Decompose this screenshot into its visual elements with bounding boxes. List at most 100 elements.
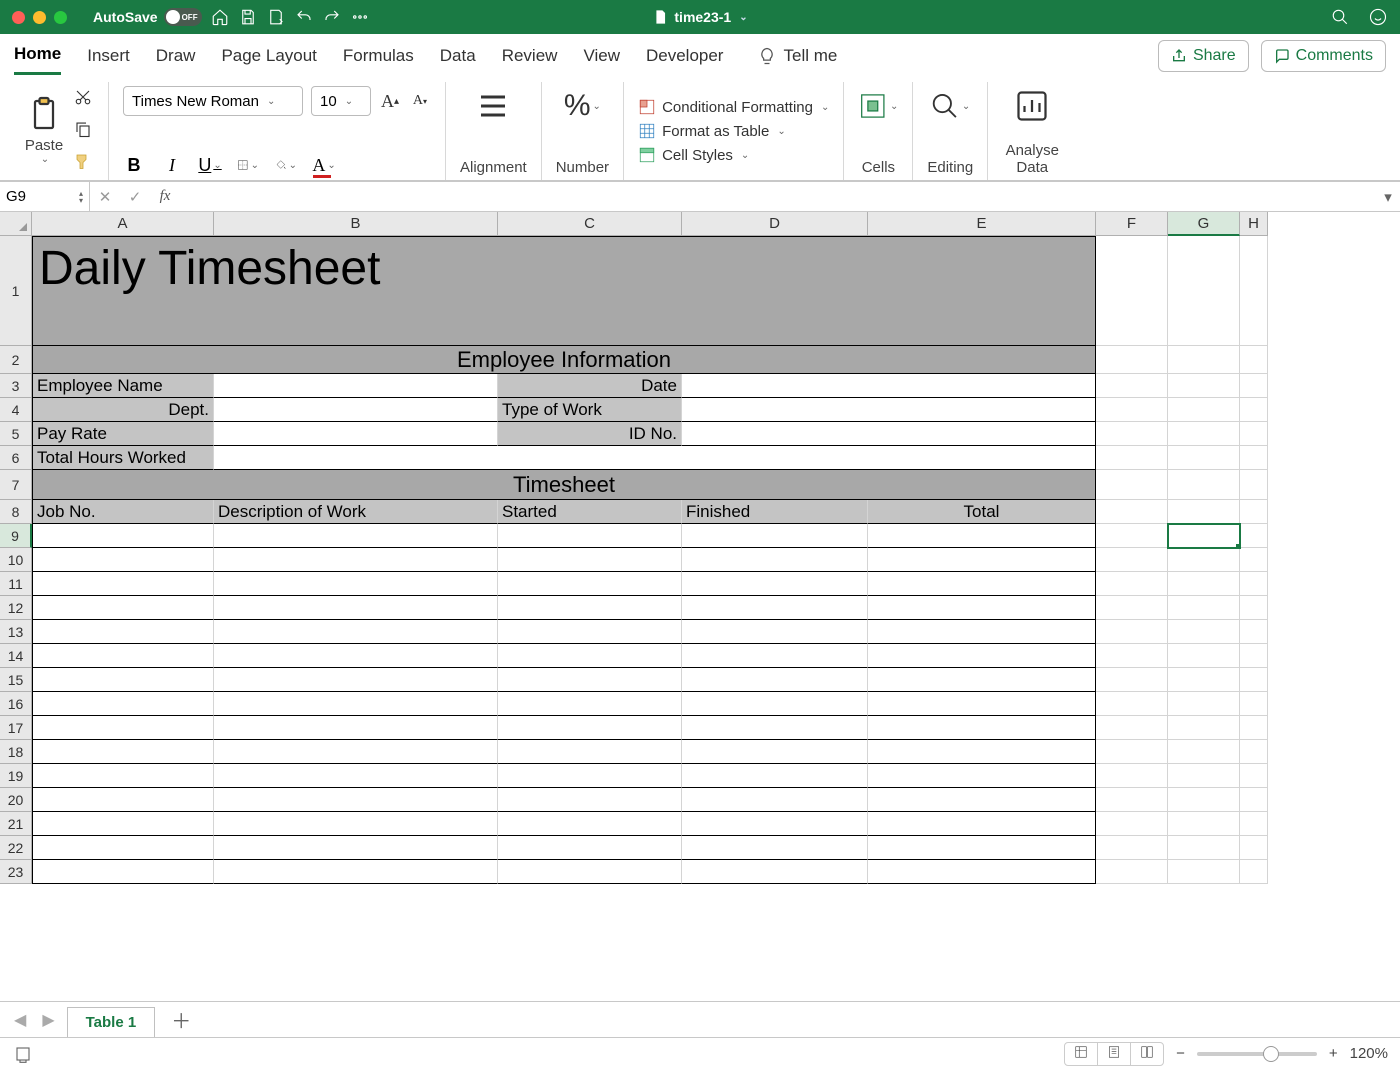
save-icon[interactable] [238, 7, 258, 27]
zoom-out-button[interactable]: − [1176, 1045, 1185, 1062]
document-title[interactable]: time23-1 ⌄ [652, 9, 747, 25]
col-header-B[interactable]: B [214, 212, 498, 236]
enter-formula-button[interactable]: ✓ [120, 182, 150, 211]
row-header-13[interactable]: 13 [0, 620, 32, 644]
col-header-A[interactable]: A [32, 212, 214, 236]
fx-button[interactable]: fx [150, 182, 180, 211]
row-header-12[interactable]: 12 [0, 596, 32, 620]
home-icon[interactable] [210, 7, 230, 27]
tab-home[interactable]: Home [14, 36, 61, 75]
minimize-window-button[interactable] [33, 11, 46, 24]
row-header-7[interactable]: 7 [0, 470, 32, 500]
conditional-formatting-button[interactable]: Conditional Formatting⌄ [638, 95, 829, 119]
fill-color-button[interactable]: ⌄ [275, 154, 297, 176]
row-header-18[interactable]: 18 [0, 740, 32, 764]
namebox-spinner[interactable]: ▴▾ [79, 190, 83, 204]
select-all-corner[interactable] [0, 212, 32, 236]
row-header-14[interactable]: 14 [0, 644, 32, 668]
cells-button[interactable]: ⌄ [858, 86, 898, 126]
sheet-title-cell[interactable]: Daily Timesheet [32, 236, 1096, 346]
timesheet-section-header[interactable]: Timesheet [32, 470, 1096, 500]
normal-view-button[interactable] [1065, 1043, 1098, 1065]
row-header-23[interactable]: 23 [0, 860, 32, 884]
row-header-17[interactable]: 17 [0, 716, 32, 740]
sheet-tab[interactable]: Table 1 [67, 1007, 156, 1037]
macro-record-icon[interactable] [12, 1043, 34, 1065]
tab-page-layout[interactable]: Page Layout [221, 38, 316, 74]
zoom-level[interactable]: 120% [1350, 1045, 1388, 1062]
redo-icon[interactable] [322, 7, 342, 27]
paste-button[interactable]: Paste ⌄ [24, 93, 64, 165]
save-as-icon[interactable] [266, 7, 286, 27]
row-header-11[interactable]: 11 [0, 572, 32, 596]
col-header-E[interactable]: E [868, 212, 1096, 236]
tell-me-search[interactable]: Tell me [757, 46, 837, 66]
cell-styles-button[interactable]: Cell Styles⌄ [638, 143, 829, 167]
bold-button[interactable]: B [123, 154, 145, 176]
cancel-formula-button[interactable]: ✕ [90, 182, 120, 211]
alignment-button[interactable] [460, 86, 527, 126]
tab-review[interactable]: Review [502, 38, 558, 74]
editing-button[interactable]: ⌄ [927, 86, 973, 126]
row-header-15[interactable]: 15 [0, 668, 32, 692]
tab-formulas[interactable]: Formulas [343, 38, 414, 74]
row-header-4[interactable]: 4 [0, 398, 32, 422]
italic-button[interactable]: I [161, 154, 183, 176]
tab-developer[interactable]: Developer [646, 38, 724, 74]
autosave-switch[interactable]: OFF [164, 8, 202, 26]
zoom-slider[interactable] [1197, 1052, 1317, 1056]
tab-view[interactable]: View [583, 38, 620, 74]
row-header-16[interactable]: 16 [0, 692, 32, 716]
row-header-1[interactable]: 1 [0, 236, 32, 346]
copy-icon[interactable] [72, 118, 94, 140]
more-icon[interactable] [350, 7, 370, 27]
smiley-icon[interactable] [1368, 7, 1388, 27]
col-header-C[interactable]: C [498, 212, 682, 236]
font-name-combo[interactable]: Times New Roman⌄ [123, 86, 303, 116]
selected-cell[interactable] [1168, 524, 1240, 548]
col-header-G[interactable]: G [1168, 212, 1240, 236]
maximize-window-button[interactable] [54, 11, 67, 24]
analyse-data-button[interactable] [1002, 86, 1062, 126]
cells-area[interactable]: Daily TimesheetEmployee InformationEmplo… [32, 236, 1268, 884]
autosave-toggle[interactable]: AutoSave OFF [93, 8, 202, 26]
increase-font-icon[interactable]: A▴ [379, 90, 401, 112]
add-sheet-button[interactable]: ＋ [163, 1005, 199, 1034]
page-break-view-button[interactable] [1131, 1043, 1163, 1065]
spreadsheet-grid[interactable]: ABCDEFGH 1234567891011121314151617181920… [0, 212, 1400, 1001]
sheet-next-button[interactable]: ▶ [38, 1010, 58, 1030]
name-box[interactable]: G9 ▴▾ [0, 182, 90, 211]
row-header-9[interactable]: 9 [0, 524, 32, 548]
format-as-table-button[interactable]: Format as Table⌄ [638, 119, 829, 143]
font-color-button[interactable]: A⌄ [313, 154, 335, 176]
number-button[interactable]: %⌄ [556, 86, 609, 126]
row-header-6[interactable]: 6 [0, 446, 32, 470]
format-painter-icon[interactable] [72, 150, 94, 172]
share-button[interactable]: Share [1158, 40, 1249, 72]
col-header-H[interactable]: H [1240, 212, 1268, 236]
page-layout-view-button[interactable] [1098, 1043, 1131, 1065]
row-header-22[interactable]: 22 [0, 836, 32, 860]
comments-button[interactable]: Comments [1261, 40, 1386, 72]
decrease-font-icon[interactable]: A▾ [409, 90, 431, 112]
expand-formula-bar[interactable]: ▾ [1376, 182, 1400, 211]
underline-button[interactable]: U⌄ [199, 154, 221, 176]
search-icon[interactable] [1330, 7, 1350, 27]
col-header-F[interactable]: F [1096, 212, 1168, 236]
col-header-D[interactable]: D [682, 212, 868, 236]
row-header-10[interactable]: 10 [0, 548, 32, 572]
sheet-prev-button[interactable]: ◀ [10, 1010, 30, 1030]
formula-input[interactable] [180, 182, 1376, 211]
tab-draw[interactable]: Draw [156, 38, 196, 74]
employee-info-header[interactable]: Employee Information [32, 346, 1096, 374]
tab-data[interactable]: Data [440, 38, 476, 74]
row-header-8[interactable]: 8 [0, 500, 32, 524]
row-header-2[interactable]: 2 [0, 346, 32, 374]
zoom-in-button[interactable]: + [1329, 1045, 1338, 1062]
font-size-combo[interactable]: 10⌄ [311, 86, 371, 116]
row-header-5[interactable]: 5 [0, 422, 32, 446]
borders-button[interactable]: ⌄ [237, 154, 259, 176]
tab-insert[interactable]: Insert [87, 38, 130, 74]
row-header-21[interactable]: 21 [0, 812, 32, 836]
undo-icon[interactable] [294, 7, 314, 27]
